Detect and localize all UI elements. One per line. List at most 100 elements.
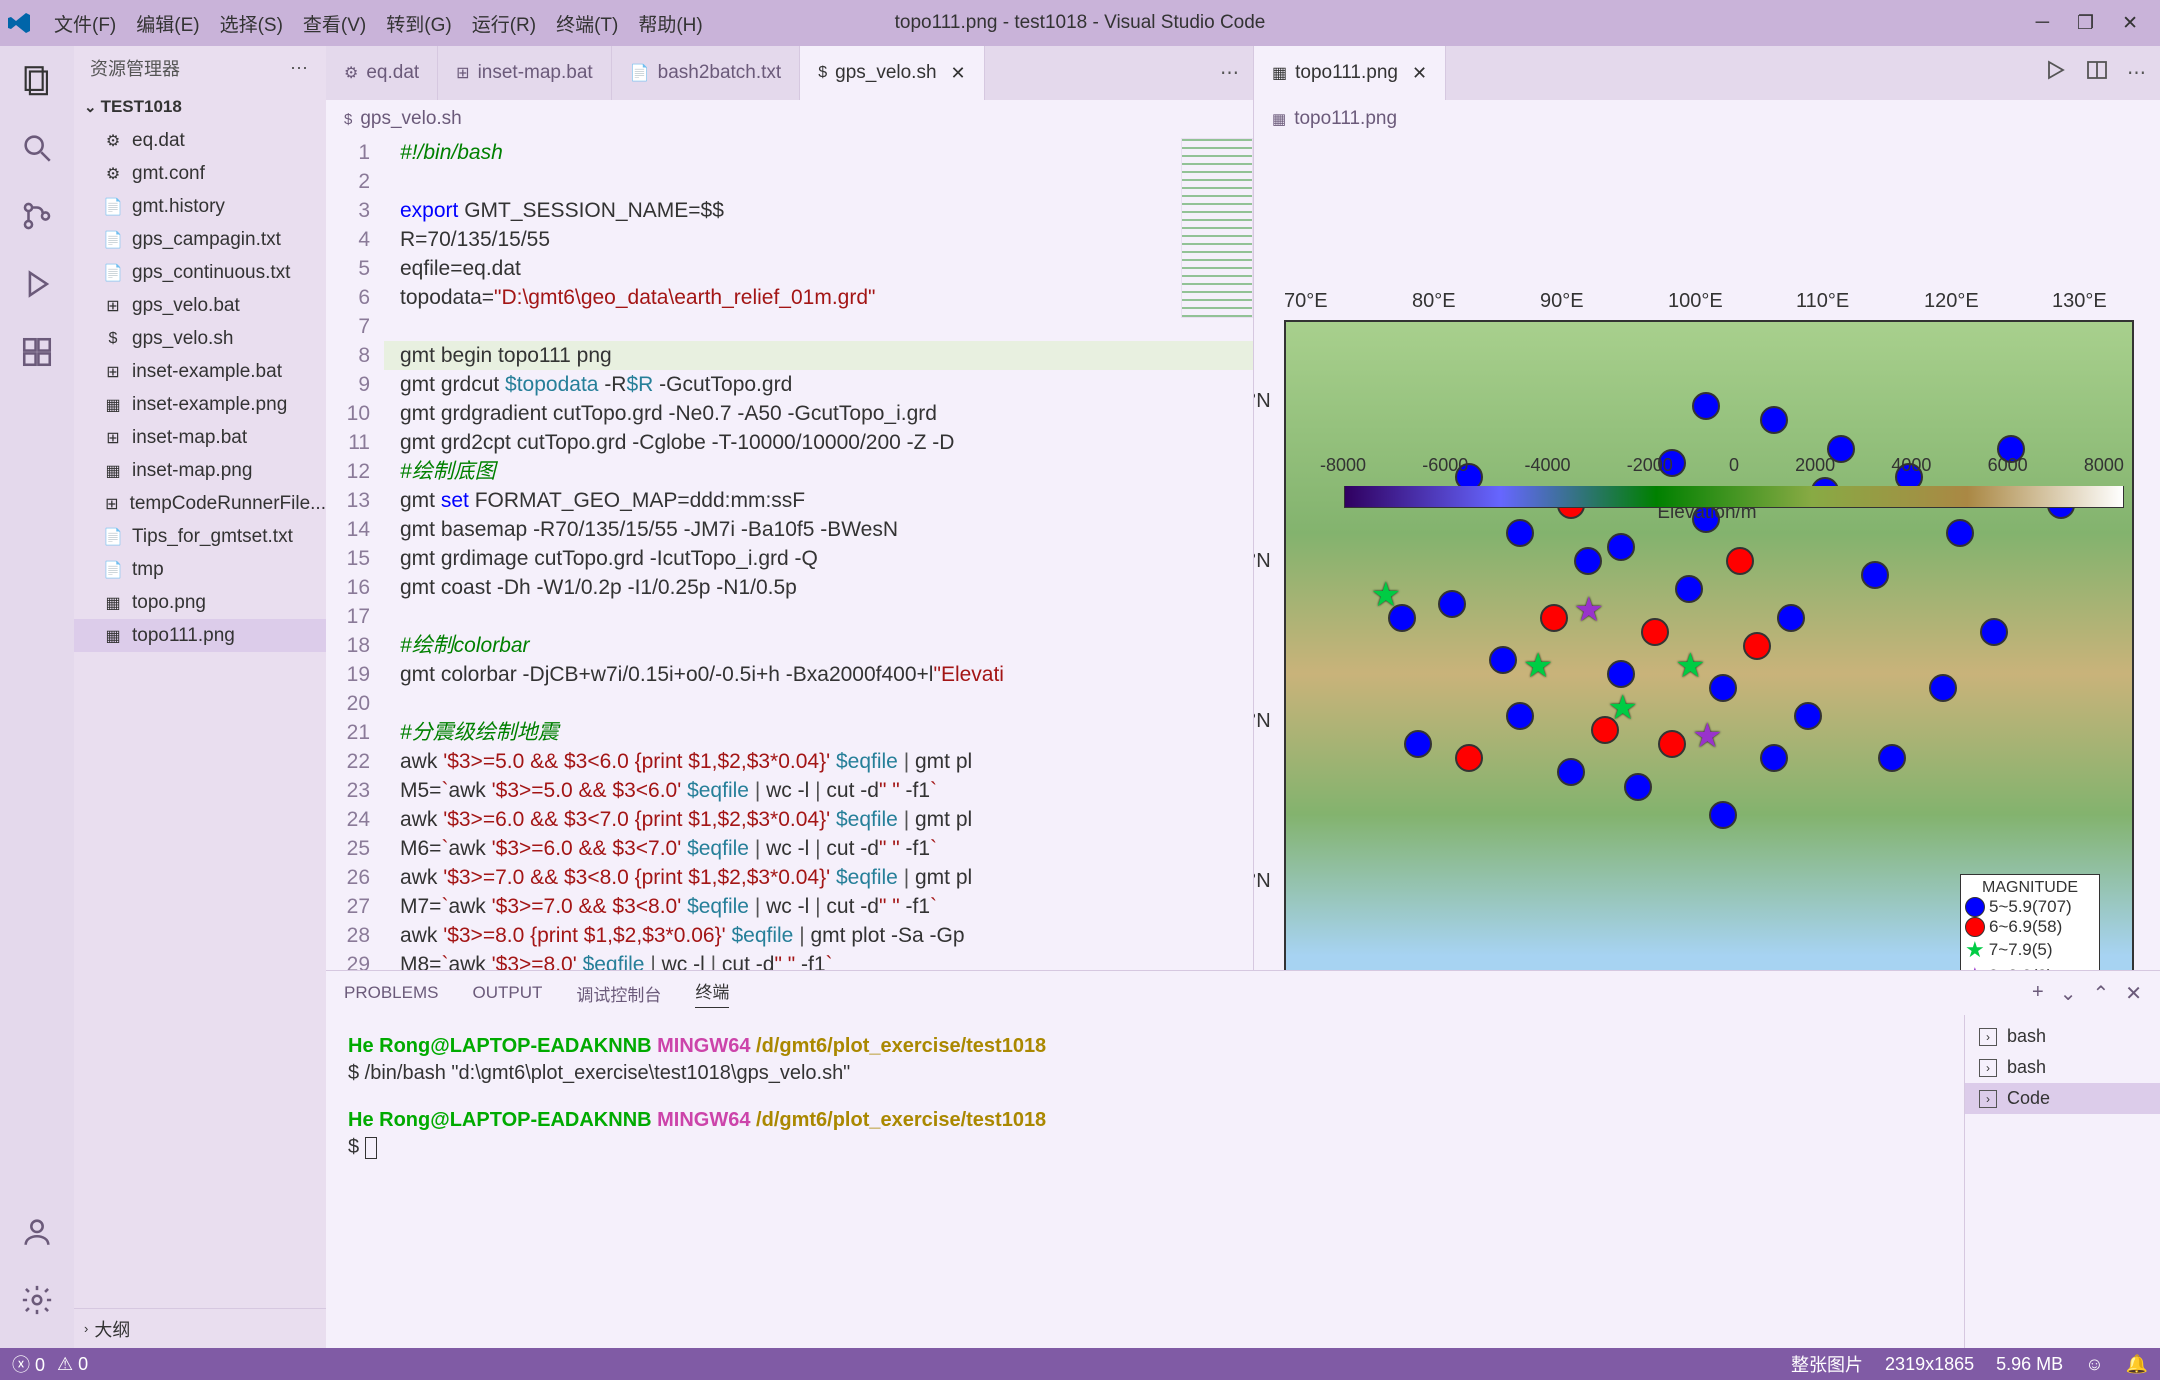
file-item-gps-campagin-txt[interactable]: 📄gps_campagin.txt <box>74 223 326 256</box>
extensions-icon[interactable] <box>17 332 57 372</box>
feedback-icon[interactable]: ☺ <box>2085 1354 2103 1375</box>
menu-run[interactable]: 运行(R) <box>462 6 546 41</box>
breadcrumb-left[interactable]: $ gps_velo.sh <box>326 100 1253 138</box>
file-item-gmt-history[interactable]: 📄gmt.history <box>74 190 326 223</box>
terminal-list: ›bash›bash›Code <box>1964 1015 2160 1348</box>
file-item-gps-continuous-txt[interactable]: 📄gps_continuous.txt <box>74 256 326 289</box>
file-item-tempCodeRunnerFile---[interactable]: ⊞tempCodeRunnerFile... <box>74 487 326 520</box>
explorer-sidebar: 资源管理器 ⋯ ⌄ TEST1018 ⚙eq.dat⚙gmt.conf📄gmt.… <box>74 46 326 1348</box>
file-icon: 📄 <box>102 196 124 218</box>
tab-gps-velo-sh[interactable]: $gps_velo.sh✕ <box>800 46 984 100</box>
lon-tick: 110°E <box>1796 290 1849 313</box>
editor-more-icon[interactable]: ⋯ <box>2127 62 2146 85</box>
eq-dot <box>1692 505 1720 533</box>
lat-tick: 40°N <box>1254 550 1271 573</box>
sidebar-more-icon[interactable]: ⋯ <box>290 58 310 79</box>
maximize-panel-icon[interactable]: ⌃ <box>2092 981 2109 1006</box>
tab-inset-map-bat[interactable]: ⊞inset-map.bat <box>438 46 612 100</box>
close-tab-icon[interactable]: ✕ <box>1412 63 1427 84</box>
terminal-instance[interactable]: ›bash <box>1965 1021 2160 1052</box>
menu-view[interactable]: 查看(V) <box>293 6 376 41</box>
terminal-shell-icon: › <box>1979 1059 1997 1077</box>
panel-tab-problems[interactable]: PROBLEMS <box>344 983 438 1003</box>
account-icon[interactable] <box>17 1212 57 1252</box>
file-item-gmt-conf[interactable]: ⚙gmt.conf <box>74 157 326 190</box>
tab-topo111-png[interactable]: ▦topo111.png✕ <box>1254 46 1446 100</box>
notifications-icon[interactable]: 🔔 <box>2126 1354 2148 1375</box>
file-item-inset-map-png[interactable]: ▦inset-map.png <box>74 454 326 487</box>
run-triangle-icon[interactable] <box>2043 58 2067 88</box>
file-icon: ▦ <box>102 592 124 614</box>
tab-bash2batch-txt[interactable]: 📄bash2batch.txt <box>612 46 801 100</box>
split-editor-icon[interactable] <box>2085 58 2109 88</box>
menu-help[interactable]: 帮助(H) <box>628 6 712 41</box>
search-icon[interactable] <box>17 128 57 168</box>
new-terminal-icon[interactable]: + <box>2032 981 2044 1006</box>
status-bar: ⓧ 0 ⚠ 0 整张图片 2319x1865 5.96 MB ☺ 🔔 <box>0 1348 2160 1380</box>
menu-terminal[interactable]: 终端(T) <box>546 6 628 41</box>
code-editor[interactable]: 1234567891011121314151617181920212223242… <box>326 138 1253 970</box>
file-item-inset-map-bat[interactable]: ⊞inset-map.bat <box>74 421 326 454</box>
legend-row: 6~6.9(58) <box>1965 917 2095 937</box>
eq-dot <box>1574 547 1602 575</box>
explorer-icon[interactable] <box>17 60 57 100</box>
file-icon: 📄 <box>630 63 650 83</box>
eq-dot <box>1878 744 1906 772</box>
menu-selection[interactable]: 选择(S) <box>210 6 293 41</box>
eq-dot <box>1692 392 1720 420</box>
file-item-gps-velo-bat[interactable]: ⊞gps_velo.bat <box>74 289 326 322</box>
source-control-icon[interactable] <box>17 196 57 236</box>
eq-dot <box>1540 604 1568 632</box>
terminal-dropdown-icon[interactable]: ⌄ <box>2060 981 2077 1006</box>
eq-dot <box>1489 646 1517 674</box>
status-warnings[interactable]: ⚠ 0 <box>57 1354 88 1375</box>
map-image: ★★★★★★ MAGNITUDE 5~5.9(707)6~6.9(58)★7~7… <box>1284 320 2134 970</box>
settings-gear-icon[interactable] <box>17 1280 57 1320</box>
file-icon: ⚙ <box>344 63 358 83</box>
eq-dot <box>1607 660 1635 688</box>
close-panel-icon[interactable]: ✕ <box>2125 981 2142 1006</box>
eq-dot <box>1743 632 1771 660</box>
close-tab-icon[interactable]: ✕ <box>951 63 966 84</box>
maximize-button[interactable]: ❐ <box>2077 12 2094 35</box>
minimap[interactable] <box>1181 138 1253 318</box>
terminal-instance[interactable]: ›bash <box>1965 1052 2160 1083</box>
editor-more-icon[interactable]: ⋯ <box>1220 62 1239 85</box>
panel-tab-debug[interactable]: 调试控制台 <box>576 981 661 1006</box>
file-item-eq-dat[interactable]: ⚙eq.dat <box>74 124 326 157</box>
eq-dot <box>1726 547 1754 575</box>
file-icon: 📄 <box>102 229 124 251</box>
menu-go[interactable]: 转到(G) <box>376 6 461 41</box>
close-window-button[interactable]: ✕ <box>2122 12 2138 35</box>
file-item-Tips-for-gmtset-txt[interactable]: 📄Tips_for_gmtset.txt <box>74 520 326 553</box>
window-title: topo111.png - test1018 - Visual Studio C… <box>895 12 1266 34</box>
file-item-gps-velo-sh[interactable]: $gps_velo.sh <box>74 322 326 355</box>
file-item-inset-example-png[interactable]: ▦inset-example.png <box>74 388 326 421</box>
tab-eq-dat[interactable]: ⚙eq.dat <box>326 46 438 100</box>
run-icon[interactable] <box>17 264 57 304</box>
lon-tick: 70°E <box>1284 290 1328 313</box>
terminal-output[interactable]: He Rong@LAPTOP-EADAKNNB MINGW64 /d/gmt6/… <box>326 1015 1964 1348</box>
cursor-icon <box>365 1137 377 1159</box>
terminal-instance[interactable]: ›Code <box>1965 1083 2160 1114</box>
status-zoom[interactable]: 整张图片 <box>1791 1351 1863 1377</box>
panel-tab-output[interactable]: OUTPUT <box>472 983 542 1003</box>
image-preview[interactable]: 70°E80°E90°E100°E110°E120°E130°E ★★★★★★ … <box>1254 138 2160 970</box>
file-item-topo111-png[interactable]: ▦topo111.png <box>74 619 326 652</box>
menu-file[interactable]: 文件(F) <box>44 6 126 41</box>
file-item-topo-png[interactable]: ▦topo.png <box>74 586 326 619</box>
file-item-inset-example-bat[interactable]: ⊞inset-example.bat <box>74 355 326 388</box>
outline-section[interactable]: › 大纲 <box>74 1308 326 1348</box>
lat-tick: 30°N <box>1254 710 1271 733</box>
lon-tick: 130°E <box>2052 290 2107 313</box>
minimize-button[interactable]: ─ <box>2036 12 2049 35</box>
file-icon: ▦ <box>102 460 124 482</box>
file-icon: ⊞ <box>456 63 469 83</box>
folder-root[interactable]: ⌄ TEST1018 <box>74 90 326 124</box>
panel-tab-terminal[interactable]: 终端 <box>695 978 729 1008</box>
status-errors[interactable]: ⓧ 0 <box>12 1351 45 1377</box>
breadcrumb-right[interactable]: ▦ topo111.png <box>1254 100 2160 138</box>
menu-edit[interactable]: 编辑(E) <box>126 6 209 41</box>
file-item-tmp[interactable]: 📄tmp <box>74 553 326 586</box>
eq-dot <box>1980 618 2008 646</box>
